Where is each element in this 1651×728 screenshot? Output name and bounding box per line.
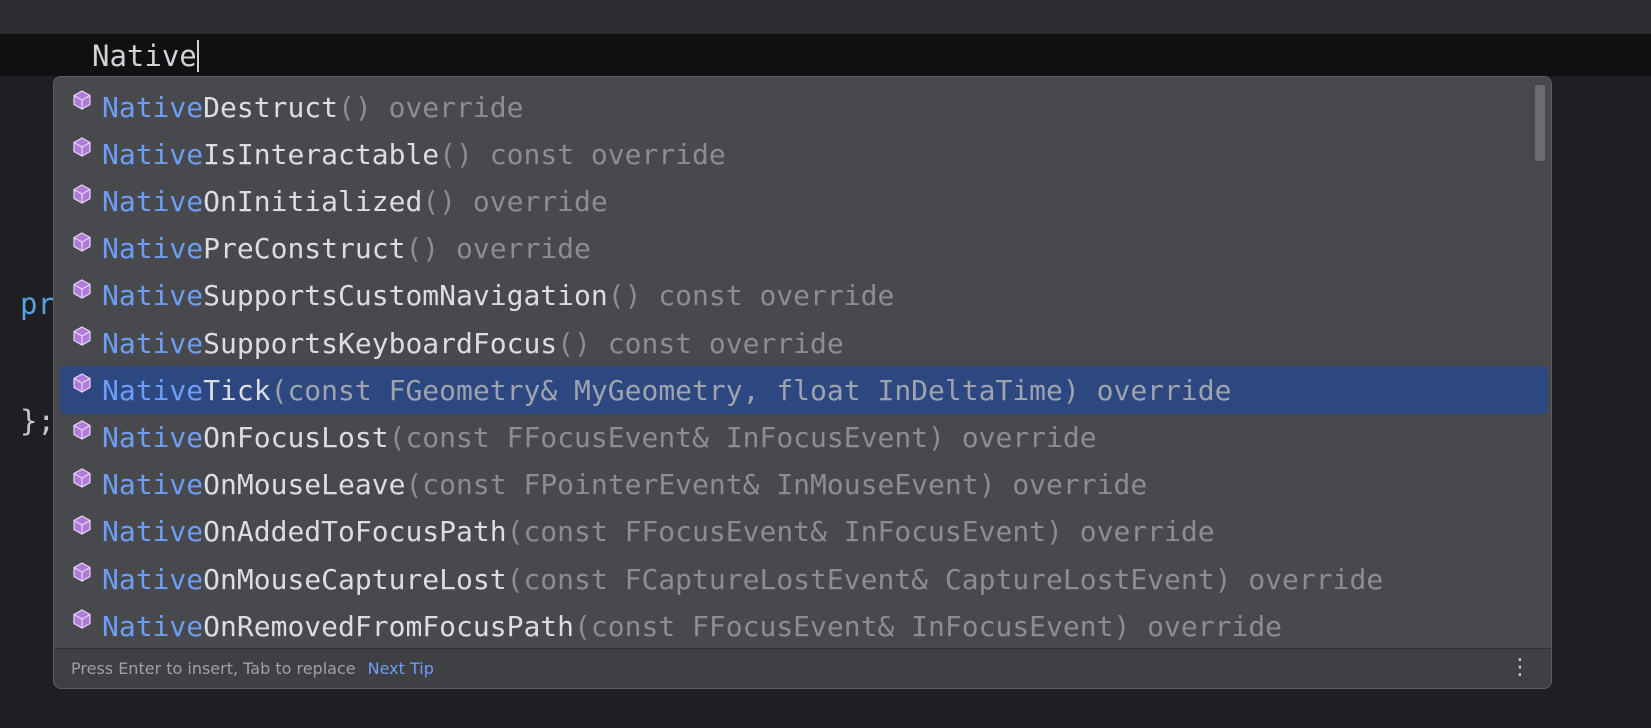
- method-override-icon: [73, 467, 91, 488]
- item-name: IsInteractable: [203, 137, 440, 171]
- method-override-icon: [73, 420, 91, 441]
- background-code-brace: };: [20, 404, 55, 438]
- method-override-icon: [73, 373, 91, 393]
- item-signature: (const FGeometry& MyGeometry, float InDe…: [270, 373, 1232, 407]
- completion-scrollbar[interactable]: [1535, 85, 1545, 161]
- method-override-icon: [73, 279, 91, 299]
- completion-item[interactable]: Native OnFocusLost (const FFocusEvent& InF…: [60, 413, 1548, 461]
- item-name: OnAddedToFocusPath: [203, 515, 507, 549]
- item-match-prefix: Native: [102, 326, 204, 360]
- method-override-icon: [73, 562, 91, 582]
- item-signature: () override: [405, 232, 591, 266]
- completion-item[interactable]: Native Destruct() override: [60, 83, 1548, 131]
- completion-footer: Press Enter to insert, Tab to replace Ne…: [54, 648, 1551, 688]
- item-signature: (const FCaptureLostEvent& CaptureLostEve…: [506, 562, 1384, 596]
- completion-item[interactable]: Native SupportsKeyboardFocus() const over…: [60, 319, 1548, 367]
- item-match-prefix: Native: [102, 279, 204, 313]
- item-match-prefix: Native: [102, 609, 204, 643]
- method-override-icon: [73, 231, 91, 252]
- item-name: SupportsCustomNavigation: [203, 279, 608, 313]
- item-match-prefix: Native: [102, 562, 204, 596]
- completion-item[interactable]: Native IsInteractable() const override: [60, 130, 1548, 178]
- item-match-prefix: Native: [102, 184, 204, 218]
- item-name: Tick: [203, 373, 271, 407]
- current-line-highlight: [0, 34, 1651, 76]
- item-name: PreConstruct: [203, 232, 406, 266]
- item-signature: (const FFocusEvent& InFocusEvent) overri…: [388, 420, 1097, 454]
- method-override-icon: [73, 137, 91, 157]
- method-override-icon: [73, 609, 91, 629]
- text-caret: [196, 40, 199, 72]
- item-signature: (const FFocusEvent& InFocusEvent) overri…: [506, 515, 1215, 549]
- item-signature: () const override: [557, 326, 844, 360]
- method-override-icon: [73, 90, 91, 110]
- method-override-icon: [73, 515, 91, 535]
- item-match-prefix: Native: [102, 90, 204, 124]
- item-name: OnMouseLeave: [203, 468, 406, 502]
- item-name: OnRemovedFromFocusPath: [203, 609, 575, 643]
- completion-list[interactable]: Native Destruct() override Native IsInterac…: [54, 83, 1548, 688]
- item-signature: () override: [422, 184, 608, 218]
- method-override-icon: [73, 184, 91, 205]
- completion-item[interactable]: Native OnAddedToFocusPath (const FFocusEve…: [60, 508, 1548, 556]
- item-name: OnInitialized: [203, 184, 423, 218]
- method-override-icon: [73, 326, 91, 346]
- item-signature: (const FFocusEvent& InFocusEvent) overri…: [574, 609, 1283, 643]
- completion-item[interactable]: Native OnMouseCaptureLost (const FCaptureL…: [60, 555, 1548, 603]
- completion-item[interactable]: Native OnMouseLeave (const FPointerEvent& …: [60, 461, 1548, 509]
- item-match-prefix: Native: [102, 515, 204, 549]
- completion-item[interactable]: Native SupportsCustomNavigation() const o…: [60, 272, 1548, 320]
- completion-item[interactable]: Native PreConstruct() override: [60, 225, 1548, 273]
- item-match-prefix: Native: [102, 468, 204, 502]
- completion-item[interactable]: Native Tick (const FGeometry& MyGeometry, …: [60, 366, 1548, 415]
- completion-item[interactable]: Native OnInitialized() override: [60, 177, 1548, 225]
- item-name: SupportsKeyboardFocus: [203, 326, 558, 360]
- item-match-prefix: Native: [102, 137, 204, 171]
- item-match-prefix: Native: [102, 232, 204, 266]
- typed-text[interactable]: Native: [92, 40, 199, 72]
- item-match-prefix: Native: [102, 373, 204, 407]
- item-signature: () const override: [607, 279, 895, 313]
- item-signature: (const FPointerEvent& InMouseEvent) over…: [405, 468, 1148, 502]
- item-name: OnFocusLost: [203, 420, 389, 454]
- item-signature: () const override: [439, 137, 726, 171]
- completion-item[interactable]: Native OnRemovedFromFocusPath (const FFocu…: [60, 602, 1548, 650]
- item-name: Destruct: [203, 90, 339, 124]
- completion-popup[interactable]: Native Destruct() override Native IsInterac…: [53, 76, 1552, 689]
- item-name: OnMouseCaptureLost: [203, 562, 507, 596]
- next-tip-link[interactable]: Next Tip: [368, 659, 434, 678]
- typed-text-value: Native: [92, 39, 197, 73]
- background-code-keyword: pr: [20, 287, 55, 321]
- insert-hint: Press Enter to insert, Tab to replace: [71, 659, 356, 678]
- item-signature: () override: [338, 90, 524, 124]
- item-match-prefix: Native: [102, 420, 204, 454]
- code-editor[interactable]: Native pr }; Native Destruct() override Na…: [0, 0, 1651, 728]
- editor-top-strip: [0, 0, 1651, 34]
- vertical-ellipsis-icon[interactable]: ⋮: [1509, 656, 1531, 680]
